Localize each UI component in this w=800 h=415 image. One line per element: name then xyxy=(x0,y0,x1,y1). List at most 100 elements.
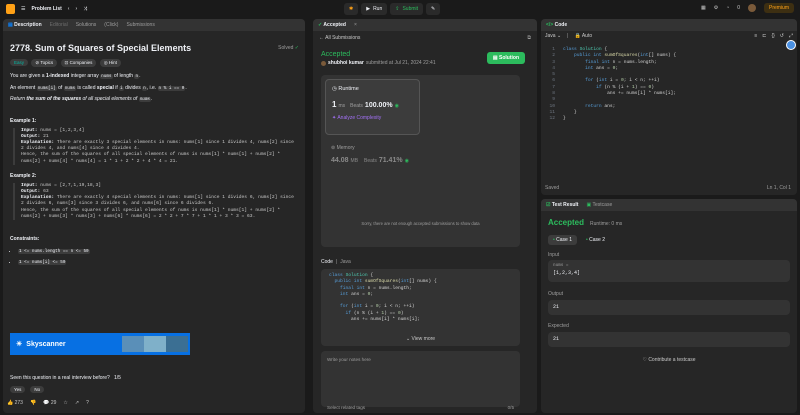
link-icon[interactable]: ⧉ xyxy=(527,35,531,41)
no-button[interactable]: No xyxy=(30,386,45,393)
tab-click[interactable]: (Click) xyxy=(104,22,118,28)
settings-icon[interactable]: ⚙ xyxy=(714,5,718,11)
case-1-button[interactable]: • Case 1 xyxy=(548,235,577,245)
ex1-input-key: Input: xyxy=(21,127,38,133)
all-submissions-link[interactable]: ← All Submissions xyxy=(319,35,360,41)
notes-count: 0/5 xyxy=(507,405,514,410)
yes-button[interactable]: Yes xyxy=(10,386,26,393)
memory-values: 44.08 MB Beats 71.41% ◉ xyxy=(331,157,409,164)
dislike-button[interactable]: 👎 xyxy=(30,400,36,406)
case-1-dot-icon: • xyxy=(553,237,555,243)
ex2-input-value: nums = [2,7,1,19,18,3] xyxy=(37,182,101,188)
companies-tag[interactable]: ⊡ Companies xyxy=(60,59,97,67)
submitter-row: shubhoi kumar submitted at Jul 21, 2024 … xyxy=(321,60,436,66)
run-button[interactable]: ▶ Run xyxy=(361,3,388,15)
auto-toggle[interactable]: 🔒 Auto xyxy=(574,33,592,39)
tab-test-result-label: Test Result xyxy=(551,202,579,208)
description-content: 2778. Sum of Squares of Special Elements… xyxy=(10,43,299,265)
submit-button[interactable]: ⇪ Submit xyxy=(390,3,424,15)
tab-description[interactable]: ▤ Description xyxy=(8,22,42,28)
leetcode-logo[interactable] xyxy=(6,4,15,14)
format-icon[interactable]: ≡ xyxy=(754,33,757,39)
ad-image-3 xyxy=(166,336,188,352)
tab-submissions[interactable]: Submissions xyxy=(126,22,154,28)
expand-icon[interactable]: ⤢ xyxy=(789,33,793,39)
runtime-card[interactable]: ◷ Runtime 1 ms Beats 100.00% ◉ ✦ Analyze… xyxy=(325,79,420,135)
submitter-name[interactable]: shubhoi kumar xyxy=(328,60,364,66)
notes-button[interactable]: ✎ xyxy=(426,3,441,15)
view-more-label: View more xyxy=(411,336,436,342)
p2-text-e: if xyxy=(115,84,118,91)
code-icon[interactable]: {} xyxy=(771,33,774,39)
beats-badge-icon: ◉ xyxy=(394,103,399,109)
hint-tag[interactable]: ◎ Hint xyxy=(99,59,121,67)
bookmark-icon[interactable]: ⊏ xyxy=(762,33,766,39)
ex2-expl-value: There are exactly 4 special elements in … xyxy=(21,195,294,219)
topics-tag[interactable]: ⊘ Topics xyxy=(31,59,58,67)
layout-icon[interactable]: ▦ xyxy=(701,5,706,11)
tab-testcase[interactable]: ▣ Testcase xyxy=(586,202,612,208)
companies-label: Companies xyxy=(69,60,93,65)
view-more-button[interactable]: ⌄ View more xyxy=(321,336,520,342)
memory-value: 44.08 xyxy=(331,157,349,164)
page-title: 2778. Sum of Squares of Special Elements xyxy=(10,43,192,53)
case-2-dot-icon: • xyxy=(586,237,588,243)
p3-text-c: of all special elements of xyxy=(82,96,138,102)
result-runtime: Runtime: 0 ms xyxy=(590,221,623,227)
ad-banner[interactable]: ☀ Skyscanner xyxy=(10,333,190,355)
close-icon[interactable]: × xyxy=(354,22,357,28)
doc-icon: ▤ xyxy=(8,22,13,28)
case-2-button[interactable]: • Case 2 xyxy=(581,235,610,245)
code-line: ans += nums[i] * nums[i]; xyxy=(329,317,420,323)
premium-button[interactable]: Premium xyxy=(763,3,794,13)
assistant-icon[interactable] xyxy=(786,40,796,50)
top-left-group: ☰ Problem List ‹ › ⤨ xyxy=(6,4,87,14)
tab-code[interactable]: </> Code xyxy=(546,22,567,28)
auto-label: Auto xyxy=(581,33,593,39)
analyze-complexity-link[interactable]: ✦ Analyze Complexity xyxy=(332,115,381,121)
star-icon[interactable]: ☆ xyxy=(63,400,67,406)
contribute-testcase-button[interactable]: ♡ Contribute a testcase xyxy=(541,357,797,363)
prev-icon[interactable]: ‹ xyxy=(68,6,70,12)
ex2-input-key: Input: xyxy=(21,182,38,188)
heart-icon: ♡ xyxy=(642,357,647,363)
p2-code-3: i xyxy=(119,85,124,91)
memory-title[interactable]: ⊚ Memory xyxy=(331,145,355,151)
language-select[interactable]: Java ⌄ xyxy=(545,33,561,39)
example-2-label: Example 2: xyxy=(10,172,37,179)
tab-solutions[interactable]: Solutions xyxy=(76,22,97,28)
reset-icon[interactable]: ↺ xyxy=(780,33,784,39)
problem-list-link[interactable]: Problem List xyxy=(31,6,61,12)
thumbs-up-icon: 👍 xyxy=(7,400,14,406)
tab-accepted[interactable]: ✓ Accepted xyxy=(318,22,346,28)
problem-list-icon[interactable]: ☰ xyxy=(21,6,25,12)
chevron-down-icon: ⌄ xyxy=(405,336,411,342)
tab-test-result[interactable]: ☑ Test Result xyxy=(546,202,578,208)
tab-editorial[interactable]: Editorial xyxy=(50,22,68,28)
comments-button[interactable]: 💬 29 xyxy=(43,400,56,406)
editor-lines[interactable]: 1 class Solution { 2 public int sumOfSqua… xyxy=(541,47,676,123)
accepted-panel: ✓ Accepted × ← All Submissions ⧉ Accepte… xyxy=(313,19,537,413)
check-box-icon: ☑ xyxy=(546,202,551,208)
editor-separator: | xyxy=(567,33,569,39)
like-button[interactable]: 👍 273 xyxy=(7,400,23,406)
runtime-values: 1 ms Beats 100.00% ◉ xyxy=(332,100,399,109)
example-1-block: Input: nums = [1,2,3,4] Output: 21 Expla… xyxy=(13,127,299,165)
bell-icon[interactable]: ◔ xyxy=(726,5,729,11)
paragraph-2: An element nums[i] of nums is called spe… xyxy=(10,84,187,91)
help-icon[interactable]: ? xyxy=(86,400,89,406)
related-tags-select[interactable]: Select related tags xyxy=(327,405,365,410)
constraint-2: 1 <= nums[i] <= 50 xyxy=(18,259,67,265)
avatar[interactable] xyxy=(747,4,756,12)
next-icon[interactable]: › xyxy=(75,6,77,12)
shuffle-icon[interactable]: ⤨ xyxy=(83,6,87,12)
share-icon[interactable]: ↗ xyxy=(75,400,79,406)
notes-box[interactable]: Write your notes here Select related tag… xyxy=(321,351,520,410)
p2-text-b: of xyxy=(58,84,63,91)
ex2-expl-key: Explanation: xyxy=(21,195,55,201)
expected-value: 21 xyxy=(548,332,790,347)
solution-button[interactable]: ▤ Solution xyxy=(486,52,525,64)
debug-button[interactable]: ✱ xyxy=(344,3,359,15)
p2-text-c: is called xyxy=(77,84,96,91)
saved-status: Saved xyxy=(545,185,560,191)
